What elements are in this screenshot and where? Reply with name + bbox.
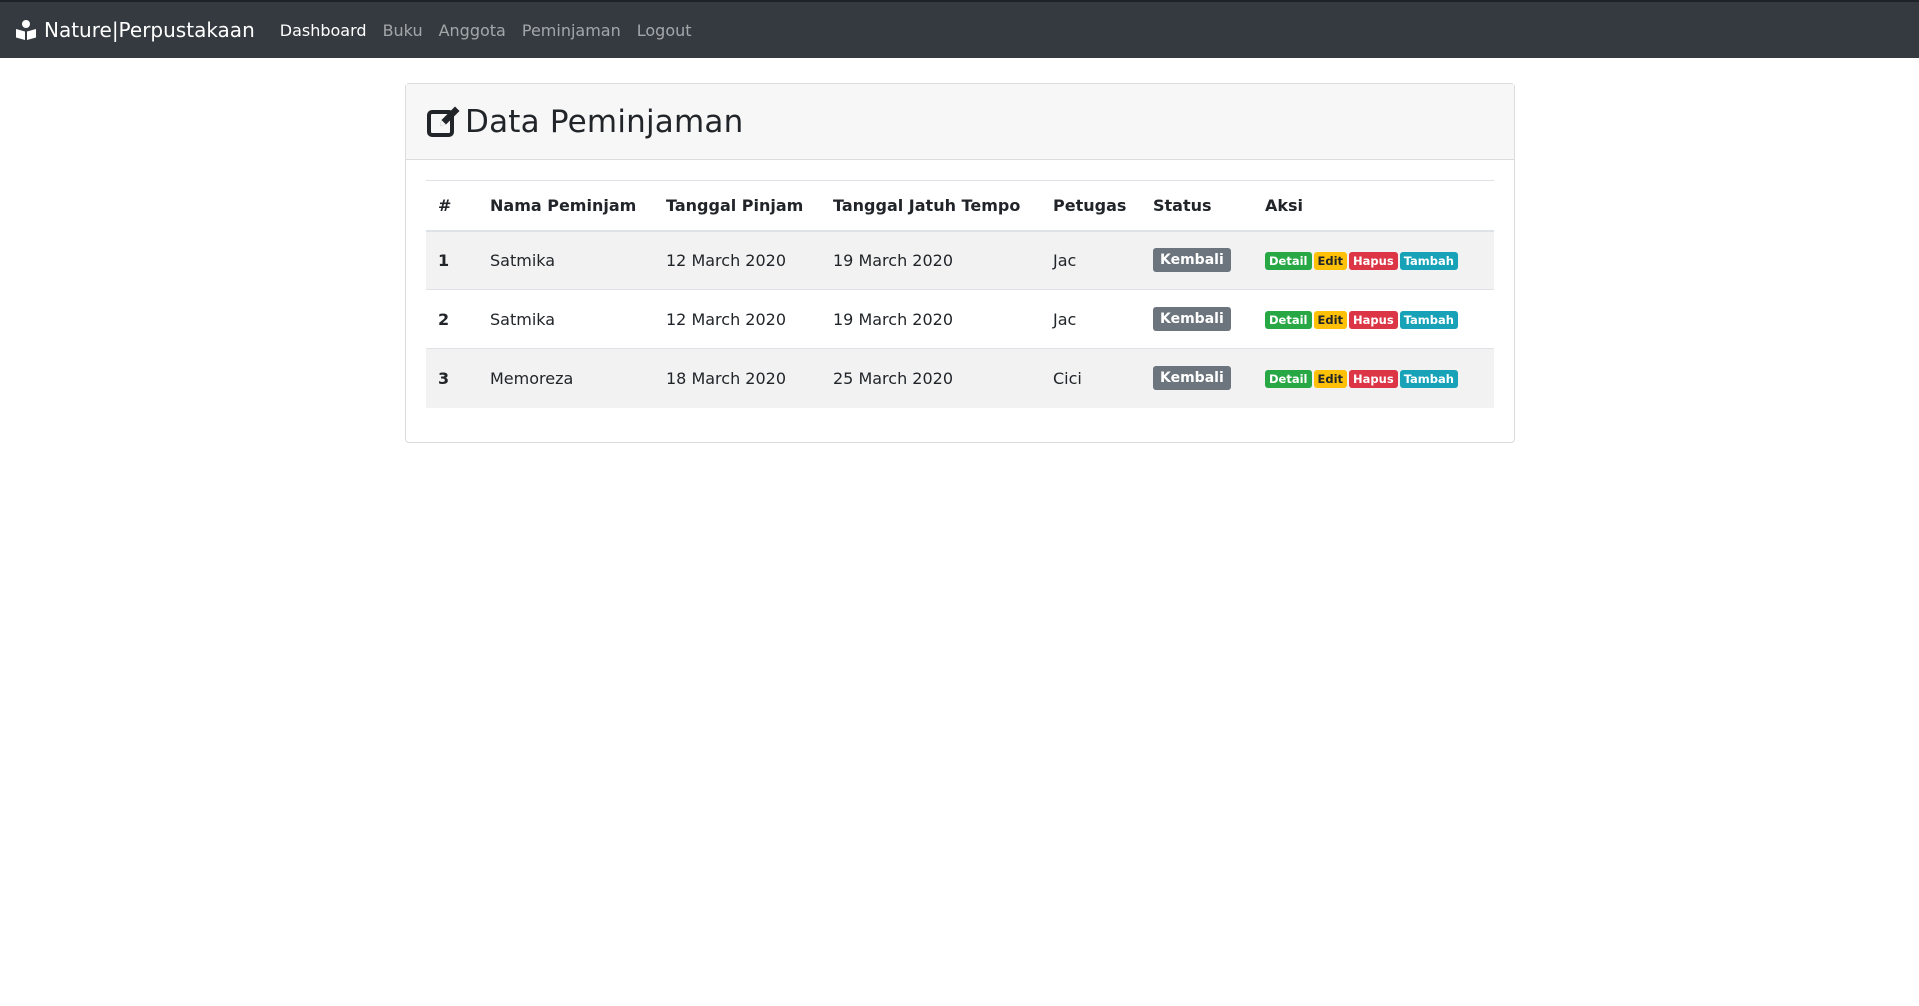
row-tanggal-tempo: 25 March 2020 [821, 348, 1041, 408]
tambah-button[interactable]: Tambah [1399, 311, 1458, 329]
row-tanggal-pinjam: 18 March 2020 [654, 348, 821, 408]
card-header: Data Peminjaman [406, 84, 1514, 160]
table-row: 2 Satmika 12 March 2020 19 March 2020 Ja… [426, 289, 1494, 349]
table-header-row: # Nama Peminjam Tanggal Pinjam Tanggal J… [426, 180, 1494, 232]
nav-dashboard[interactable]: Dashboard [280, 21, 367, 40]
hapus-button[interactable]: Hapus [1349, 370, 1398, 389]
row-petugas: Cici [1041, 348, 1141, 408]
book-reader-icon [15, 19, 37, 41]
header-number: # [426, 180, 478, 232]
header-tanggal-pinjam: Tanggal Pinjam [654, 180, 821, 232]
hapus-button[interactable]: Hapus [1349, 252, 1398, 271]
row-tanggal-pinjam: 12 March 2020 [654, 289, 821, 349]
edit-button[interactable]: Edit [1313, 370, 1348, 389]
nav-anggota[interactable]: Anggota [439, 21, 506, 40]
row-actions: Detail Edit Hapus Tambah [1253, 348, 1494, 408]
table-row: 1 Satmika 12 March 2020 19 March 2020 Ja… [426, 230, 1494, 290]
row-nama: Satmika [478, 289, 654, 349]
row-tanggal-pinjam: 12 March 2020 [654, 230, 821, 290]
tambah-button[interactable]: Tambah [1399, 252, 1458, 271]
row-number: 1 [426, 230, 478, 290]
status-badge: Kembali [1153, 248, 1231, 273]
row-tanggal-tempo: 19 March 2020 [821, 230, 1041, 290]
header-tanggal-tempo: Tanggal Jatuh Tempo [821, 180, 1041, 232]
detail-button[interactable]: Detail [1265, 311, 1312, 329]
nav-logout[interactable]: Logout [637, 21, 692, 40]
tambah-button[interactable]: Tambah [1399, 370, 1458, 389]
row-petugas: Jac [1041, 289, 1141, 349]
edit-button[interactable]: Edit [1313, 252, 1348, 271]
peminjaman-card: Data Peminjaman # Nama Peminjam Tanggal … [405, 83, 1515, 443]
row-nama: Memoreza [478, 348, 654, 408]
row-status-cell: Kembali [1141, 348, 1253, 408]
header-nama: Nama Peminjam [478, 180, 654, 232]
row-number: 3 [426, 348, 478, 408]
nav-buku[interactable]: Buku [383, 21, 423, 40]
row-status-cell: Kembali [1141, 289, 1253, 349]
detail-button[interactable]: Detail [1265, 370, 1312, 389]
detail-button[interactable]: Detail [1265, 252, 1312, 271]
row-actions: Detail Edit Hapus Tambah [1253, 230, 1494, 290]
edit-button[interactable]: Edit [1313, 311, 1348, 329]
row-number: 2 [426, 289, 478, 349]
brand-link[interactable]: Nature|Perpustakaan [15, 18, 255, 42]
page-title: Data Peminjaman [465, 103, 744, 140]
header-status: Status [1141, 180, 1253, 232]
navbar: Nature|Perpustakaan Dashboard Buku Anggo… [0, 0, 1919, 58]
header-petugas: Petugas [1041, 180, 1141, 232]
peminjaman-table: # Nama Peminjam Tanggal Pinjam Tanggal J… [426, 180, 1494, 408]
hapus-button[interactable]: Hapus [1349, 311, 1398, 329]
edit-icon [426, 104, 462, 140]
header-aksi: Aksi [1253, 180, 1494, 232]
row-tanggal-tempo: 19 March 2020 [821, 289, 1041, 349]
nav-peminjaman[interactable]: Peminjaman [522, 21, 621, 40]
row-petugas: Jac [1041, 230, 1141, 290]
brand-text: Nature|Perpustakaan [44, 18, 255, 42]
row-nama: Satmika [478, 230, 654, 290]
card-body: # Nama Peminjam Tanggal Pinjam Tanggal J… [406, 160, 1514, 408]
table-row: 3 Memoreza 18 March 2020 25 March 2020 C… [426, 348, 1494, 408]
status-badge: Kembali [1153, 366, 1231, 391]
status-badge: Kembali [1153, 307, 1231, 331]
row-status-cell: Kembali [1141, 230, 1253, 290]
row-actions: Detail Edit Hapus Tambah [1253, 289, 1494, 349]
